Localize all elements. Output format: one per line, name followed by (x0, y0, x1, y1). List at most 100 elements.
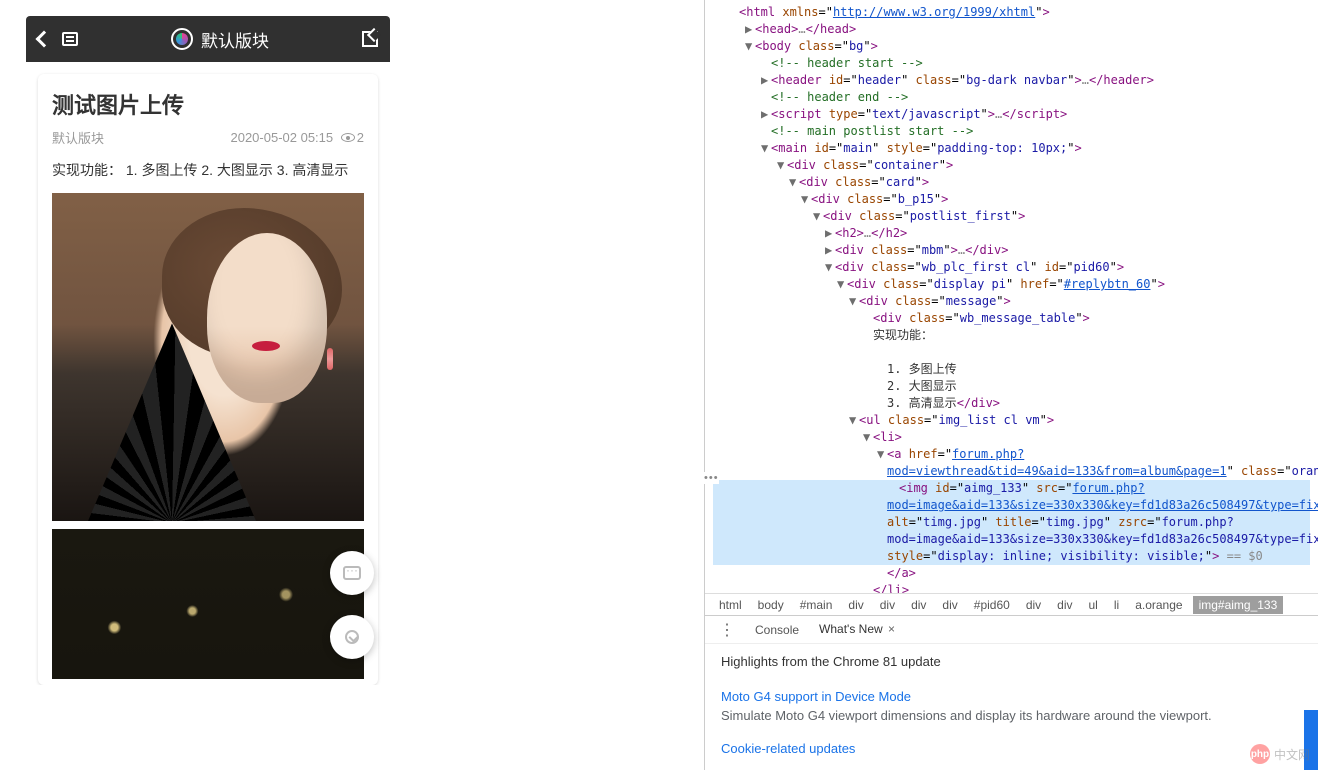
dom-line[interactable]: <!-- header end --> (713, 89, 1310, 106)
breadcrumb-item[interactable]: div (874, 596, 901, 614)
breadcrumb-item[interactable]: div (905, 596, 932, 614)
dom-line[interactable]: 实现功能： (713, 327, 1310, 344)
breadcrumb-item[interactable]: div (1051, 596, 1078, 614)
menu-icon[interactable] (62, 32, 78, 46)
post-card: 测试图片上传 默认版块 2020-05-02 05:15 2 实现功能： 1. … (38, 74, 378, 685)
logo-icon (171, 28, 193, 50)
post-timestamp: 2020-05-02 05:15 (230, 130, 333, 145)
scroll-down-fab[interactable] (330, 615, 374, 659)
expand-icon[interactable]: ▶ (825, 242, 835, 259)
breadcrumb-item[interactable]: div (842, 596, 869, 614)
comment-fab[interactable] (330, 551, 374, 595)
whats-new-item-2-title[interactable]: Cookie-related updates (721, 741, 1302, 756)
breadcrumb-item[interactable]: div (1020, 596, 1047, 614)
dom-line[interactable] (713, 344, 1310, 361)
dom-line[interactable]: ▼<body class="bg"> (713, 38, 1310, 55)
dom-line[interactable]: </li> (713, 582, 1310, 593)
expand-icon[interactable]: ▼ (863, 429, 873, 446)
breadcrumb-item[interactable]: html (713, 596, 748, 614)
breadcrumb-item[interactable]: li (1108, 596, 1125, 614)
dom-line[interactable]: ▼<div class="wb_plc_first cl" id="pid60"… (713, 259, 1310, 276)
dom-line[interactable]: ▼<li> (713, 429, 1310, 446)
dom-line[interactable]: 1. 多图上传 (713, 361, 1310, 378)
expand-icon[interactable]: ▼ (813, 208, 823, 225)
dom-line[interactable]: </a> (713, 565, 1310, 582)
dom-line[interactable]: ▼<div class="card"> (713, 174, 1310, 191)
expand-icon[interactable]: ▼ (825, 259, 835, 276)
tab-console[interactable]: Console (745, 618, 809, 642)
dom-line[interactable]: ▶<script type="text/javascript">…</scrip… (713, 106, 1310, 123)
dom-line[interactable]: ▼<div class="message"> (713, 293, 1310, 310)
dom-line[interactable]: ▼<div class="display pi" href="#replybtn… (713, 276, 1310, 293)
expand-icon[interactable]: ▼ (789, 174, 799, 191)
overflow-dots[interactable]: ••• (704, 472, 719, 484)
expand-icon[interactable]: ▶ (761, 72, 771, 89)
expand-icon[interactable]: ▼ (761, 140, 771, 157)
expand-icon[interactable]: ▶ (745, 21, 755, 38)
post-meta: 默认版块 2020-05-02 05:15 2 (52, 128, 364, 147)
breadcrumb-item[interactable]: div (936, 596, 963, 614)
breadcrumb-item[interactable]: a.orange (1129, 596, 1188, 614)
breadcrumb-item[interactable]: #main (794, 596, 839, 614)
dom-line[interactable]: alt="timg.jpg" title="timg.jpg" zsrc="fo… (713, 514, 1310, 531)
devtools-panel: <html xmlns="http://www.w3.org/1999/xhtm… (704, 0, 1318, 770)
expand-icon[interactable]: ▶ (825, 225, 835, 242)
more-icon[interactable]: ⋮ (709, 620, 745, 640)
whats-new-item-1-title[interactable]: Moto G4 support in Device Mode (721, 689, 1302, 704)
whats-new-headline: Highlights from the Chrome 81 update (721, 654, 1302, 669)
post-image-2[interactable] (52, 529, 364, 679)
breadcrumb-item[interactable]: body (752, 596, 790, 614)
dom-tree[interactable]: <html xmlns="http://www.w3.org/1999/xhtm… (705, 0, 1318, 593)
breadcrumb[interactable]: htmlbody#maindivdivdivdiv#pid60divdivull… (705, 593, 1318, 615)
dom-line[interactable]: <html xmlns="http://www.w3.org/1999/xhtm… (713, 4, 1310, 21)
dom-line[interactable]: style="display: inline; visibility: visi… (713, 548, 1310, 565)
dom-line[interactable]: ▼<div class="b_p15"> (713, 191, 1310, 208)
view-count: 2 (357, 130, 364, 145)
dom-line[interactable]: mod=image&aid=133&size=330x330&key=fd1d8… (713, 497, 1310, 514)
post-title: 测试图片上传 (52, 88, 364, 120)
breadcrumb-item[interactable]: #pid60 (968, 596, 1016, 614)
breadcrumb-item[interactable]: img#aimg_133 (1193, 596, 1284, 614)
expand-icon[interactable]: ▶ (761, 106, 771, 123)
close-icon[interactable]: × (888, 622, 895, 636)
expand-icon[interactable]: ▼ (877, 446, 887, 463)
expand-icon[interactable]: ▼ (745, 38, 755, 55)
tab-whats-new[interactable]: What's New × (809, 617, 905, 643)
header-title: 默认版块 (201, 27, 269, 52)
dom-line[interactable]: 2. 大图显示 (713, 378, 1310, 395)
dom-line[interactable]: ▼<a href="forum.php? (713, 446, 1310, 463)
dom-line[interactable]: <!-- header start --> (713, 55, 1310, 72)
dom-line[interactable]: ▼<div class="postlist_first"> (713, 208, 1310, 225)
dom-line[interactable]: mod=image&aid=133&size=330x330&key=fd1d8… (713, 531, 1310, 548)
dom-line[interactable]: ▼<div class="container"> (713, 157, 1310, 174)
dom-line[interactable]: ▶<header id="header" class="bg-dark navb… (713, 72, 1310, 89)
dom-line[interactable]: <div class="wb_message_table"> (713, 310, 1310, 327)
post-image-1[interactable] (52, 193, 364, 521)
dom-line[interactable]: <img id="aimg_133" src="forum.php? (713, 480, 1310, 497)
dom-line[interactable]: 3. 高清显示</div> (713, 395, 1310, 412)
tab-label: What's New (819, 622, 883, 636)
breadcrumb-item[interactable]: ul (1083, 596, 1104, 614)
post-body-text: 实现功能： 1. 多图上传 2. 大图显示 3. 高清显示 (52, 159, 364, 181)
post-category[interactable]: 默认版块 (52, 128, 104, 147)
dom-line[interactable]: <!-- main postlist start --> (713, 123, 1310, 140)
dom-line[interactable]: ▼<main id="main" style="padding-top: 10p… (713, 140, 1310, 157)
whats-new-panel: Highlights from the Chrome 81 update Mot… (705, 643, 1318, 770)
dom-line[interactable]: ▶<head>…</head> (713, 21, 1310, 38)
eye-icon (341, 133, 355, 142)
dom-line[interactable]: mod=viewthread&tid=49&aid=133&from=album… (713, 463, 1310, 480)
dom-line[interactable]: ▼<ul class="img_list cl vm"> (713, 412, 1310, 429)
dom-line[interactable]: ▶<h2>…</h2> (713, 225, 1310, 242)
expand-icon[interactable]: ▼ (849, 293, 859, 310)
back-icon[interactable] (36, 31, 53, 48)
mobile-header: 默认版块 (26, 16, 390, 62)
expand-icon[interactable]: ▼ (837, 276, 847, 293)
expand-icon[interactable]: ▼ (777, 157, 787, 174)
dom-line[interactable]: ▶<div class="mbm">…</div> (713, 242, 1310, 259)
watermark: php 中文网 (1250, 744, 1310, 764)
compose-icon[interactable] (362, 31, 378, 47)
watermark-text: 中文网 (1274, 746, 1310, 763)
chevron-down-icon (345, 630, 359, 644)
expand-icon[interactable]: ▼ (849, 412, 859, 429)
expand-icon[interactable]: ▼ (801, 191, 811, 208)
